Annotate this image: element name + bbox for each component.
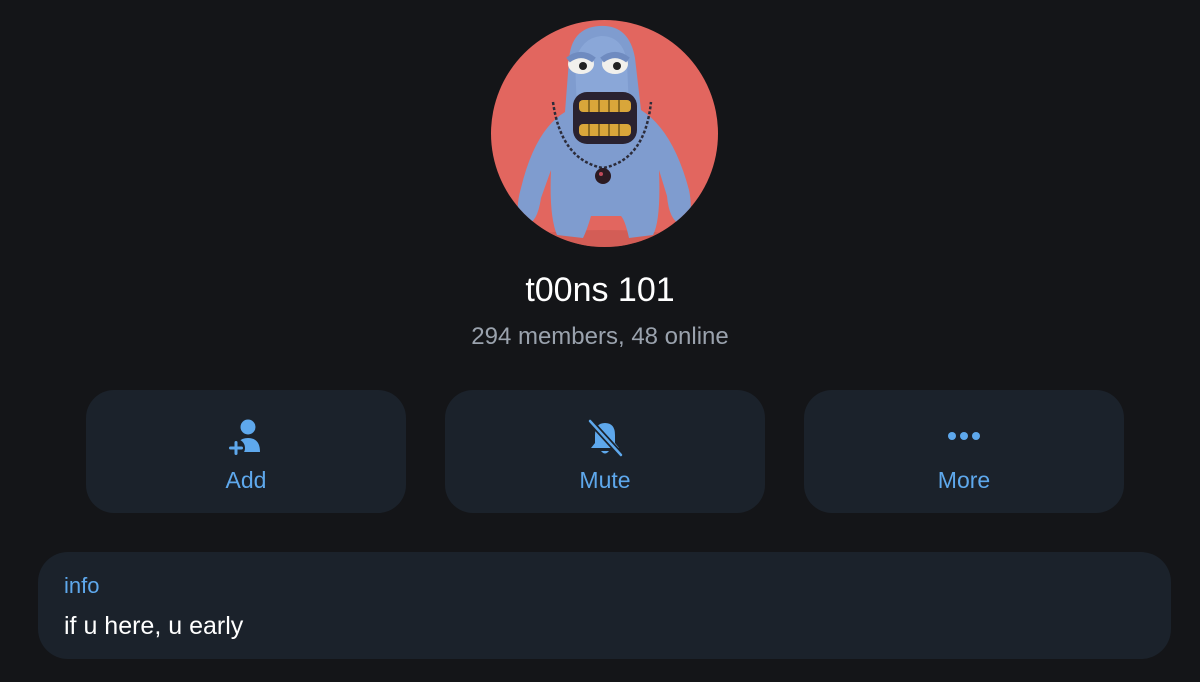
mute-button[interactable]: Mute [445,390,765,513]
add-member-button[interactable]: Add [86,390,406,513]
group-description: if u here, u early [64,612,244,640]
group-avatar[interactable] [491,20,718,247]
group-profile-page: t00ns 101 294 members, 48 online Add Mut… [0,0,1200,682]
member-count: 294 members, 48 online [471,323,729,350]
avatar-image [491,20,718,247]
mute-label: Mute [579,467,631,493]
add-member-icon [227,419,260,457]
more-dots-icon [948,432,980,440]
more-button[interactable]: More [804,390,1124,513]
add-label: Add [225,467,267,493]
bell-slash-icon [587,418,624,458]
more-label: More [937,467,991,493]
group-name: t00ns 101 [525,271,675,309]
info-card: info if u here, u early [38,552,1171,659]
info-label: info [64,573,100,598]
